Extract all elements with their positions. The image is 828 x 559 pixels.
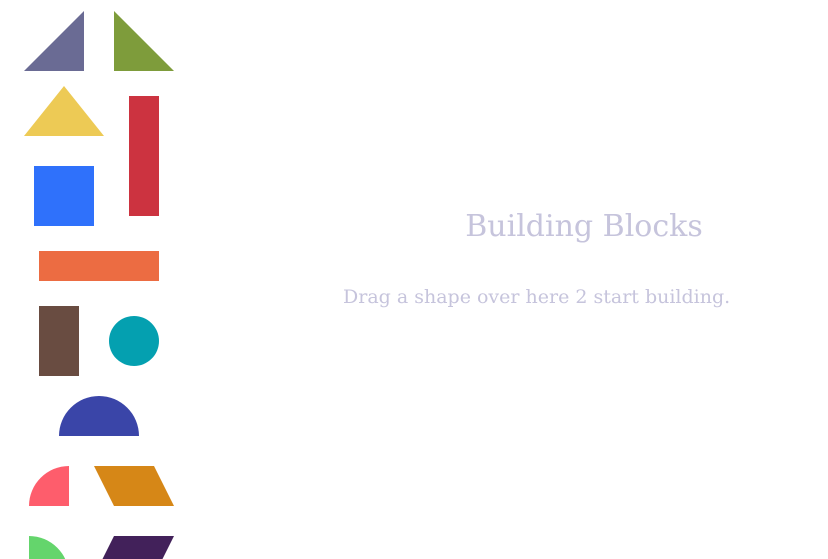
building-blocks-app: Building Blocks Drag a shape over here 2… xyxy=(0,0,828,559)
shape-palette xyxy=(0,0,190,559)
red-tall-rectangle-block[interactable] xyxy=(129,96,159,216)
blue-square-block[interactable] xyxy=(34,166,94,226)
yellow-triangle-block[interactable] xyxy=(24,86,104,136)
shape-palette-canvas xyxy=(24,11,174,559)
indigo-semicircle-block[interactable] xyxy=(59,396,139,436)
canvas-title: Building Blocks xyxy=(465,209,703,244)
purple-parallelogram-block[interactable] xyxy=(94,536,174,559)
amber-parallelogram-block[interactable] xyxy=(94,466,174,506)
canvas-hint: Drag a shape over here 2 start building. xyxy=(343,286,731,308)
pink-quarter-circle-block[interactable] xyxy=(29,466,69,506)
green-quarter-circle-block[interactable] xyxy=(29,536,69,559)
brown-rectangle-block[interactable] xyxy=(39,306,79,376)
slate-right-triangle-block[interactable] xyxy=(24,11,84,71)
orange-wide-rectangle-block[interactable] xyxy=(39,251,159,281)
build-canvas[interactable]: Building Blocks Drag a shape over here 2… xyxy=(190,0,828,559)
olive-right-triangle-block[interactable] xyxy=(114,11,174,71)
teal-circle-block[interactable] xyxy=(109,316,159,366)
